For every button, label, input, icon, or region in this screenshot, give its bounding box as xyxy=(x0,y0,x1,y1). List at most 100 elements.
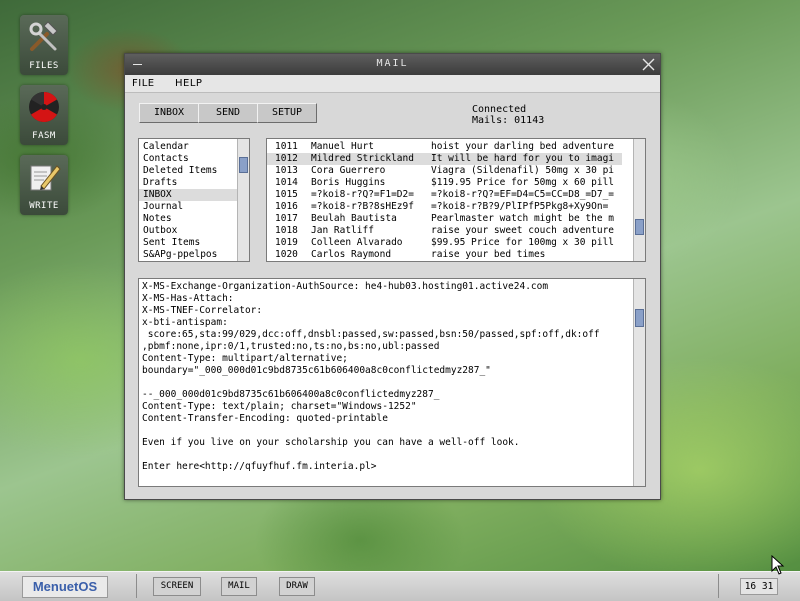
menu-bar: FILE HELP xyxy=(125,75,660,93)
message-subject: $99.95 Price for 100mg x 30 pill xyxy=(431,237,615,248)
folder-item[interactable]: Calendar xyxy=(143,141,189,153)
message-sender: Manuel Hurt xyxy=(311,141,374,152)
folder-item[interactable]: Deleted Items xyxy=(143,165,217,177)
message-sender: Mildred Strickland xyxy=(311,153,414,164)
message-number: 1014 xyxy=(275,177,298,188)
menu-file[interactable]: FILE xyxy=(132,78,155,89)
message-row[interactable]: 1015 =?koi8-r?Q?=F1=D2= =?koi8-r?Q?=EF=D4=… xyxy=(267,189,622,201)
message-subject: =?koi8-r?B?9/PlIPfP5Pkg8+Xy9On= xyxy=(431,201,609,212)
message-row[interactable]: 1019 Colleen Alvarado $99.95 Price for 100… xyxy=(267,237,622,249)
connection-text: Connected xyxy=(472,104,527,115)
body-line: ,pbmf:none,ipr:0/1,trusted:no,ts:no,bs:n… xyxy=(142,341,440,352)
message-subject: hoist your darling bed adventure xyxy=(431,141,615,152)
task-draw[interactable]: DRAW xyxy=(279,577,315,596)
window-titlebar[interactable]: MAIL xyxy=(125,54,660,75)
message-subject: Pearlmaster watch might be the m xyxy=(431,213,615,224)
clock: 16 31 xyxy=(740,578,778,595)
body-line: X-MS-TNEF-Correlator: xyxy=(142,305,263,316)
body-line: Even if you live on your scholarship you… xyxy=(142,437,520,448)
message-number: 1020 xyxy=(275,249,298,260)
message-row[interactable]: 1016 =?koi8-r?B?8sHEz9f =?koi8-r?B?9/PlIPf… xyxy=(267,201,622,213)
body-line: score:65,sta:99/029,dcc:off,dnsbl:passed… xyxy=(142,329,600,340)
body-line: X-MS-Has-Attach: xyxy=(142,293,234,304)
message-sender: =?koi8-r?Q?=F1=D2= xyxy=(311,189,414,200)
body-line: X-MS-Exchange-Organization-AuthSource: h… xyxy=(142,281,549,292)
tools-icon xyxy=(29,21,58,51)
desktop-icon-label: FASM xyxy=(32,131,56,141)
message-number: 1015 xyxy=(275,189,298,200)
message-row[interactable]: 1020 Carlos Raymond raise your bed times xyxy=(267,249,622,261)
message-subject: =?koi8-r?Q?=EF=D4=C5=CC=D8_=D7_= xyxy=(431,189,615,200)
close-icon[interactable] xyxy=(642,58,655,71)
inbox-button[interactable]: INBOX xyxy=(139,103,199,123)
desktop-icon-fasm[interactable]: FASM xyxy=(20,85,68,145)
menu-help[interactable]: HELP xyxy=(175,78,202,89)
connection-status: Connected Mails: 01143 xyxy=(472,104,544,126)
write-icon xyxy=(30,165,61,191)
message-sender: Beulah Bautista xyxy=(311,213,397,224)
body-line: Content-Type: text/plain; charset="Windo… xyxy=(142,401,417,412)
message-sender: Cora Guerrero xyxy=(311,165,386,176)
start-button[interactable]: MenuetOS xyxy=(22,576,108,598)
message-number: 1018 xyxy=(275,225,298,236)
folder-item[interactable]: Sent Items xyxy=(143,237,200,249)
message-sender: Carlos Raymond xyxy=(311,249,392,260)
message-scrollbar[interactable] xyxy=(633,139,645,261)
message-row[interactable]: 1017 Beulah Bautista Pearlmaster watch mig… xyxy=(267,213,622,225)
desktop-icon-label: FILES xyxy=(29,61,59,71)
message-body: X-MS-Exchange-Organization-AuthSource: h… xyxy=(138,278,646,487)
folder-scrollbar[interactable] xyxy=(237,139,249,261)
folder-item[interactable]: S&APg-ppelpos xyxy=(143,249,217,261)
message-row[interactable]: 1011 Manuel Hurt hoist your darling bed ad… xyxy=(267,141,622,153)
folder-item[interactable]: Notes xyxy=(143,213,172,225)
body-scrollbar[interactable] xyxy=(633,279,645,486)
message-number: 1016 xyxy=(275,201,298,212)
body-line: Content-Transfer-Encoding: quoted-printa… xyxy=(142,413,388,424)
message-scroll-thumb[interactable] xyxy=(635,219,644,235)
message-sender: =?koi8-r?B?8sHEz9f xyxy=(311,201,414,212)
folder-scroll-thumb[interactable] xyxy=(239,157,248,173)
message-number: 1013 xyxy=(275,165,298,176)
mail-window: MAIL FILE HELP INBOX SEND SETUP Connecte… xyxy=(124,53,661,500)
message-sender: Jan Ratliff xyxy=(311,225,374,236)
message-sender: Colleen Alvarado xyxy=(311,237,403,248)
message-subject: raise your bed times xyxy=(431,249,546,260)
body-line: boundary="_000_000d01c9bd8735c61b606400a… xyxy=(142,365,491,376)
setup-button[interactable]: SETUP xyxy=(257,103,317,123)
folder-item[interactable]: INBOX xyxy=(139,189,239,201)
body-scroll-thumb[interactable] xyxy=(635,309,644,327)
message-sender: Boris Huggins xyxy=(311,177,386,188)
folder-list: Calendar Contacts Deleted Items Drafts INBOX… xyxy=(138,138,250,262)
desktop-icon-label: WRITE xyxy=(29,201,59,211)
message-list: 1011 Manuel Hurt hoist your darling bed ad… xyxy=(266,138,646,262)
body-line: Content-Type: multipart/alternative; xyxy=(142,353,348,364)
desktop-icon-files[interactable]: FILES xyxy=(20,15,68,75)
folder-item[interactable]: Contacts xyxy=(143,153,189,165)
mail-count: Mails: 01143 xyxy=(472,115,545,126)
message-row[interactable]: 1018 Jan Ratliff raise your sweet couch ad… xyxy=(267,225,622,237)
folder-item[interactable]: Journal xyxy=(143,201,183,213)
message-subject: raise your sweet couch adventure xyxy=(431,225,615,236)
message-number: 1017 xyxy=(275,213,298,224)
taskbar: MenuetOS SCREEN MAIL DRAW 16 31 xyxy=(0,571,800,601)
message-row[interactable]: 1013 Cora Guerrero Viagra (Sildenafil) 50m… xyxy=(267,165,622,177)
message-row[interactable]: 1014 Boris Huggins $119.95 Price for 50mg … xyxy=(267,177,622,189)
message-number: 1011 xyxy=(275,141,298,152)
send-button[interactable]: SEND xyxy=(198,103,258,123)
message-row[interactable]: 1012 Mildred Strickland It will be hard fo… xyxy=(267,153,622,165)
taskbar-separator xyxy=(136,574,137,598)
message-number: 1012 xyxy=(275,153,298,164)
cursor-icon xyxy=(771,555,785,575)
task-screen[interactable]: SCREEN xyxy=(153,577,201,596)
window-title: MAIL xyxy=(376,58,409,69)
body-line: Enter here<http://qfuyfhuf.fm.interia.pl… xyxy=(142,461,377,472)
task-mail[interactable]: MAIL xyxy=(221,577,257,596)
message-number: 1019 xyxy=(275,237,298,248)
folder-item[interactable]: Drafts xyxy=(143,177,177,189)
folder-item[interactable]: Outbox xyxy=(143,225,177,237)
message-subject: Viagra (Sildenafil) 50mg x 30 pi xyxy=(431,165,615,176)
desktop-icon-write[interactable]: WRITE xyxy=(20,155,68,215)
taskbar-separator xyxy=(718,574,719,598)
message-subject: It will be hard for you to imagi xyxy=(431,153,615,164)
message-subject: $119.95 Price for 50mg x 60 pill xyxy=(431,177,615,188)
